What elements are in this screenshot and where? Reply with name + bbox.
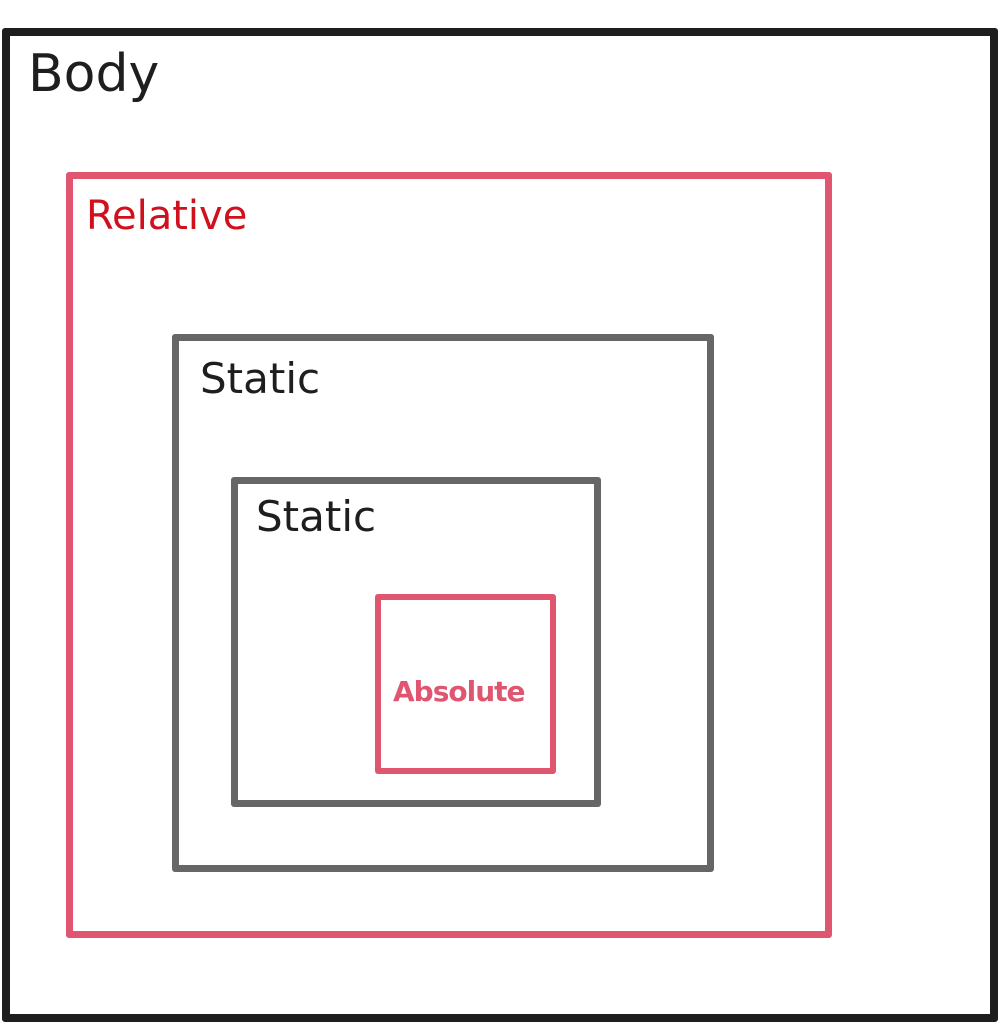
static-outer-label: Static [200, 354, 321, 403]
relative-label: Relative [86, 193, 248, 239]
absolute-label: Absolute [393, 675, 526, 708]
body-label: Body [28, 44, 160, 104]
static-inner-label: Static [256, 492, 377, 541]
